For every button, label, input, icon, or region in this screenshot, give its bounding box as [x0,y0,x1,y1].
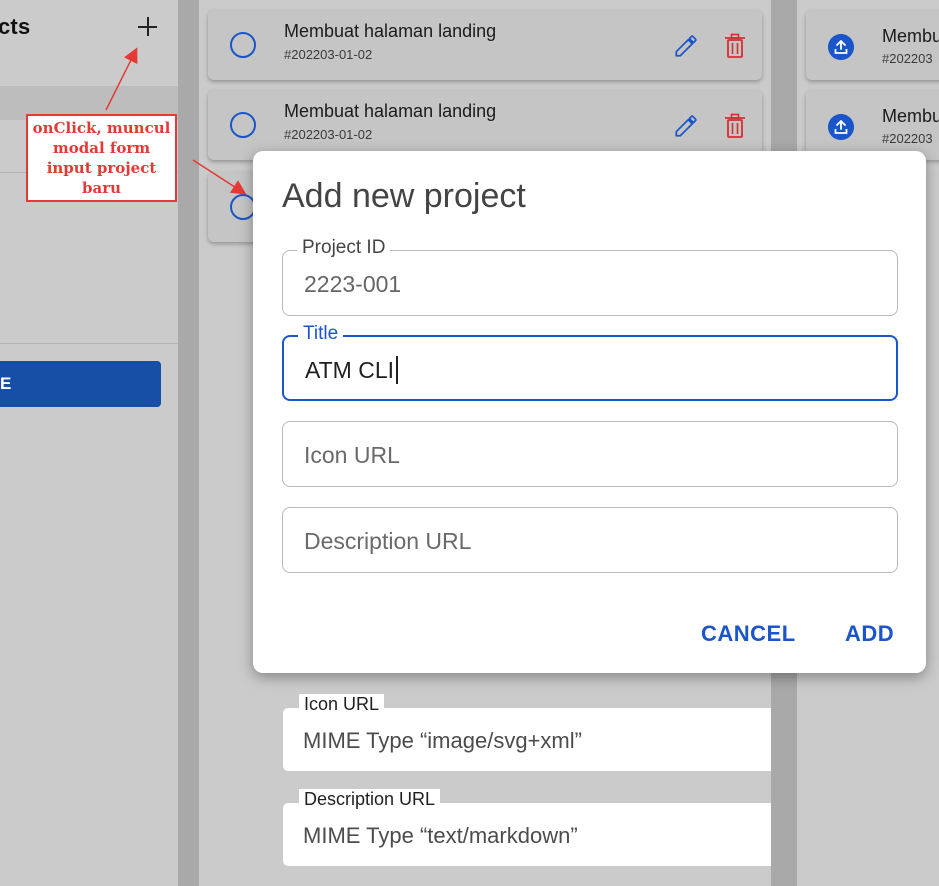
annotation-note: onClick, muncul modal form input project… [26,114,177,202]
cancel-button[interactable]: CANCEL [701,621,796,647]
bg-icon-url-label: Icon URL [299,694,385,715]
project-id-label: Project ID [297,237,391,259]
icon-url-placeholder: Icon URL [304,442,400,468]
sidebar-divider [0,343,178,344]
task-card[interactable]: Membuat halaman landing #202203-01-02 [208,90,762,160]
right-card-title: Membu [882,26,939,46]
add-project-button[interactable] [134,12,162,40]
add-button[interactable]: ADD [845,621,894,647]
description-url-placeholder: Description URL [304,528,472,554]
right-card[interactable]: Membu #202203 [806,10,939,80]
modal-title: Add new project [282,177,526,215]
bg-icon-url-placeholder: MIME Type “image/svg+xml” [303,728,582,753]
right-card-id: #202203 [882,131,933,146]
circle-icon[interactable] [230,32,256,58]
right-card-title: Membu [882,106,939,126]
bg-description-url-label: Description URL [299,789,441,810]
right-card-id: #202203 [882,51,933,66]
task-card[interactable]: Membuat halaman landing #202203-01-02 [208,10,762,80]
sidebar-scrollbar[interactable] [178,0,199,886]
title-label: Title [298,323,344,345]
icon-url-field[interactable]: Icon URL [282,421,898,487]
task-id: #202203-01-02 [284,47,373,62]
delete-icon[interactable] [723,33,747,59]
upload-icon[interactable] [828,34,854,60]
sidebar-primary-button[interactable]: E [0,361,161,407]
project-id-value: 2223-001 [304,271,402,297]
edit-icon[interactable] [673,113,699,139]
right-card[interactable]: Membu #202203 [806,90,939,160]
edit-icon[interactable] [673,33,699,59]
bg-description-url-placeholder: MIME Type “text/markdown” [303,823,578,848]
task-title: Membuat halaman landing [284,21,497,41]
add-project-modal: Add new project Project ID 2223-001 Titl… [253,151,926,673]
task-title: Membuat halaman landing [284,101,497,121]
title-value-wrap: ATM CLI [305,356,399,384]
sidebar-title: cts [0,14,31,39]
text-caret [396,356,399,384]
title-field[interactable]: Title ATM CLI [282,323,898,401]
delete-icon[interactable] [723,113,747,139]
title-value: ATM CLI [305,357,395,383]
circle-icon[interactable] [230,112,256,138]
upload-icon[interactable] [828,114,854,140]
task-id: #202203-01-02 [284,127,373,142]
description-url-field[interactable]: Description URL [282,507,898,573]
project-id-field[interactable]: Project ID 2223-001 [282,237,898,316]
